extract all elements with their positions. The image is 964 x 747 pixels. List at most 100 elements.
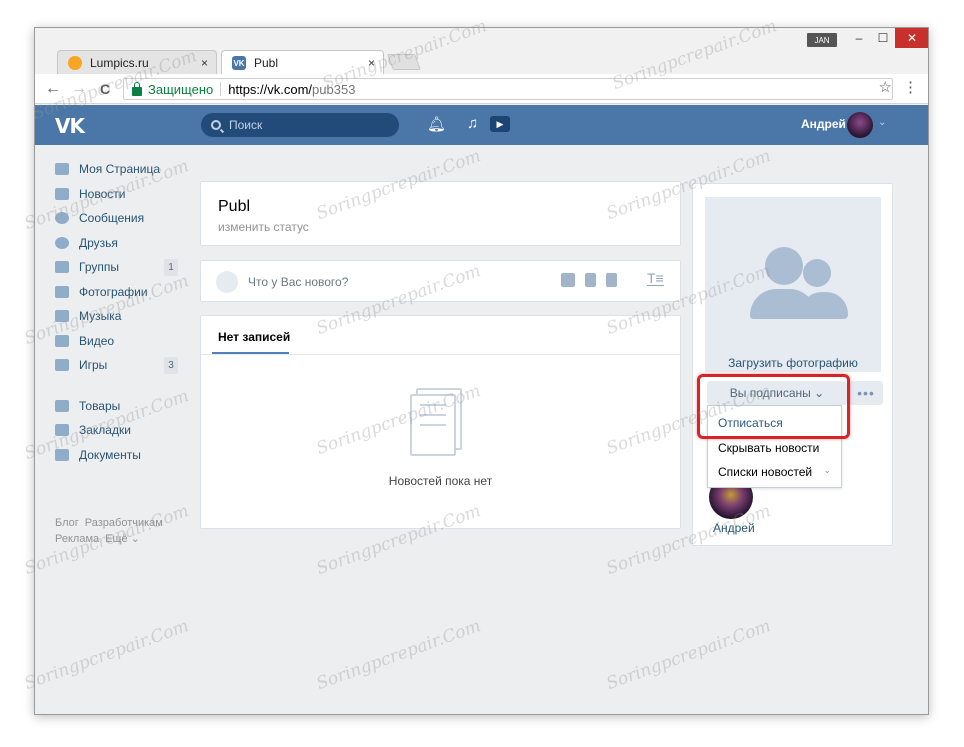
forward-button[interactable]: → bbox=[69, 79, 89, 99]
maximize-button[interactable]: ☐ bbox=[871, 28, 895, 48]
sidebar-item-video[interactable]: Видео bbox=[55, 329, 190, 354]
music-note-icon[interactable]: ♫ bbox=[467, 115, 478, 132]
more-actions-button[interactable]: ••• bbox=[849, 381, 883, 405]
sidebar-item-label: Новости bbox=[79, 186, 126, 201]
search-icon bbox=[211, 120, 221, 130]
person-icon bbox=[803, 259, 831, 287]
divider bbox=[201, 354, 680, 355]
title-bar: Lumpics.ru × VK Publ × JAN – ☐ ✕ bbox=[35, 28, 928, 75]
browser-menu-icon[interactable]: ⋮ bbox=[903, 78, 918, 96]
games-icon bbox=[55, 359, 69, 372]
music-note-icon[interactable] bbox=[606, 273, 617, 287]
sidebar-item-messages[interactable]: Сообщения bbox=[55, 206, 190, 231]
sidebar-item-goods[interactable]: Товары bbox=[55, 394, 190, 419]
footer-link-blog[interactable]: Блог bbox=[55, 517, 79, 529]
chevron-down-icon: ⌄ bbox=[823, 465, 831, 475]
sidebar-item-label: Фотографии bbox=[79, 284, 148, 299]
follower-name[interactable]: Андрей bbox=[713, 521, 755, 535]
group-photo-placeholder[interactable]: Загрузить фотографию bbox=[705, 197, 881, 372]
back-button[interactable]: ← bbox=[43, 79, 63, 99]
tab-close-icon[interactable]: × bbox=[201, 56, 208, 70]
composer-avatar bbox=[216, 271, 238, 293]
tab-lumpics[interactable]: Lumpics.ru × bbox=[57, 50, 217, 74]
footer-link-more[interactable]: Ещё ⌄ bbox=[105, 533, 140, 545]
close-window-button[interactable]: ✕ bbox=[895, 28, 928, 48]
news-lists-item[interactable]: Списки новостей bbox=[718, 465, 812, 479]
sidebar-item-label: Музыка bbox=[79, 309, 122, 324]
reload-button[interactable]: C bbox=[95, 79, 115, 99]
sidebar-item-label: Видео bbox=[79, 333, 115, 348]
sidebar-item-label: Группы bbox=[79, 260, 119, 275]
tab-close-icon[interactable]: × bbox=[368, 56, 375, 70]
tab-publ[interactable]: VK Publ × bbox=[221, 50, 384, 75]
secure-label: Защищено bbox=[148, 81, 214, 97]
chevron-down-icon[interactable]: ⌄ bbox=[878, 117, 886, 128]
groups-icon bbox=[55, 261, 69, 274]
sidebar-item-my-page[interactable]: Моя Страница bbox=[55, 157, 190, 182]
minimize-button[interactable]: – bbox=[847, 28, 871, 48]
browser-window: Lumpics.ru × VK Publ × JAN – ☐ ✕ ← → C З… bbox=[34, 27, 929, 715]
avatar[interactable] bbox=[847, 112, 873, 138]
sidebar-item-groups[interactable]: Группы 1 bbox=[55, 255, 190, 280]
status-link[interactable]: изменить статус bbox=[218, 220, 309, 234]
post-input[interactable]: Что у Вас нового? bbox=[248, 275, 348, 289]
url-host: https://vk.com/ bbox=[228, 81, 313, 97]
header-user-name[interactable]: Андрей bbox=[801, 117, 846, 131]
play-icon[interactable]: ▶ bbox=[490, 116, 510, 132]
vk-favicon-icon: VK bbox=[232, 56, 246, 70]
tab-label: Publ bbox=[254, 56, 279, 70]
highlight-frame bbox=[697, 374, 850, 439]
friends-icon bbox=[55, 236, 69, 249]
sidebar-item-label: Друзья bbox=[79, 235, 118, 250]
bell-icon[interactable]: 🔔︎ bbox=[427, 115, 446, 133]
divider bbox=[220, 82, 222, 96]
camera-icon[interactable] bbox=[561, 273, 575, 287]
person-icon bbox=[765, 247, 803, 285]
news-icon bbox=[55, 187, 69, 200]
search-placeholder: Поиск bbox=[229, 118, 263, 132]
upload-photo-link[interactable]: Загрузить фотографию bbox=[705, 356, 881, 370]
film-icon[interactable] bbox=[585, 273, 596, 287]
footer-link-ads[interactable]: Реклама bbox=[55, 533, 99, 545]
page-header-card: Publ изменить статус bbox=[200, 181, 681, 246]
tab-no-posts[interactable]: Нет записей bbox=[218, 330, 290, 344]
search-input[interactable]: Поиск bbox=[201, 113, 399, 137]
person-body bbox=[800, 292, 848, 319]
post-composer[interactable]: Что у Вас нового? T≡ bbox=[200, 260, 681, 302]
empty-state-text: Новостей пока нет bbox=[388, 474, 493, 488]
sidebar-footer: Блог Разработчикам Реклама Ещё ⌄ bbox=[55, 515, 169, 547]
page-title: Publ bbox=[218, 198, 251, 215]
url-path: pub353 bbox=[312, 81, 356, 97]
video-icon bbox=[55, 334, 69, 347]
address-bar[interactable]: Защищено https://vk.com/pub353 bbox=[123, 78, 893, 100]
music-icon bbox=[55, 310, 69, 323]
sidebar-item-label: Закладки bbox=[79, 423, 131, 438]
vk-logo[interactable]: VK bbox=[55, 114, 85, 138]
sidebar-item-label: Игры bbox=[79, 358, 108, 373]
sidebar-item-friends[interactable]: Друзья bbox=[55, 231, 190, 256]
bookmark-star-icon[interactable]: ☆ bbox=[879, 78, 892, 96]
vk-header: VK Поиск 🔔︎ ♫ ▶ Андрей ⌄ bbox=[35, 105, 928, 145]
footer-link-developers[interactable]: Разработчикам bbox=[85, 517, 163, 529]
sidebar-item-documents[interactable]: Документы bbox=[55, 443, 190, 468]
sidebar-item-news[interactable]: Новости bbox=[55, 182, 190, 207]
hide-news-item[interactable]: Скрывать новости bbox=[718, 441, 819, 455]
sidebar-item-games[interactable]: Игры 3 bbox=[55, 353, 190, 378]
lumpics-favicon-icon bbox=[68, 55, 82, 70]
sidebar-item-photos[interactable]: Фотографии bbox=[55, 280, 190, 305]
count-badge: 1 bbox=[164, 259, 178, 276]
text-format-icon[interactable]: T≡ bbox=[647, 271, 664, 286]
photos-icon bbox=[55, 285, 69, 298]
profile-badge[interactable]: JAN bbox=[807, 33, 837, 47]
lock-icon bbox=[132, 81, 142, 96]
sidebar-item-bookmarks[interactable]: Закладки bbox=[55, 418, 190, 443]
sidebar-item-label: Документы bbox=[79, 447, 141, 462]
empty-doc-icon bbox=[410, 394, 456, 456]
browser-toolbar: ← → C Защищено https://vk.com/pub353 ☆ ⋮ bbox=[35, 74, 928, 104]
messages-icon bbox=[55, 212, 69, 225]
sidebar-item-label: Товары bbox=[79, 398, 121, 413]
sidebar-item-music[interactable]: Музыка bbox=[55, 304, 190, 329]
sidebar-item-label: Сообщения bbox=[79, 211, 145, 226]
new-tab-button[interactable] bbox=[387, 54, 421, 70]
